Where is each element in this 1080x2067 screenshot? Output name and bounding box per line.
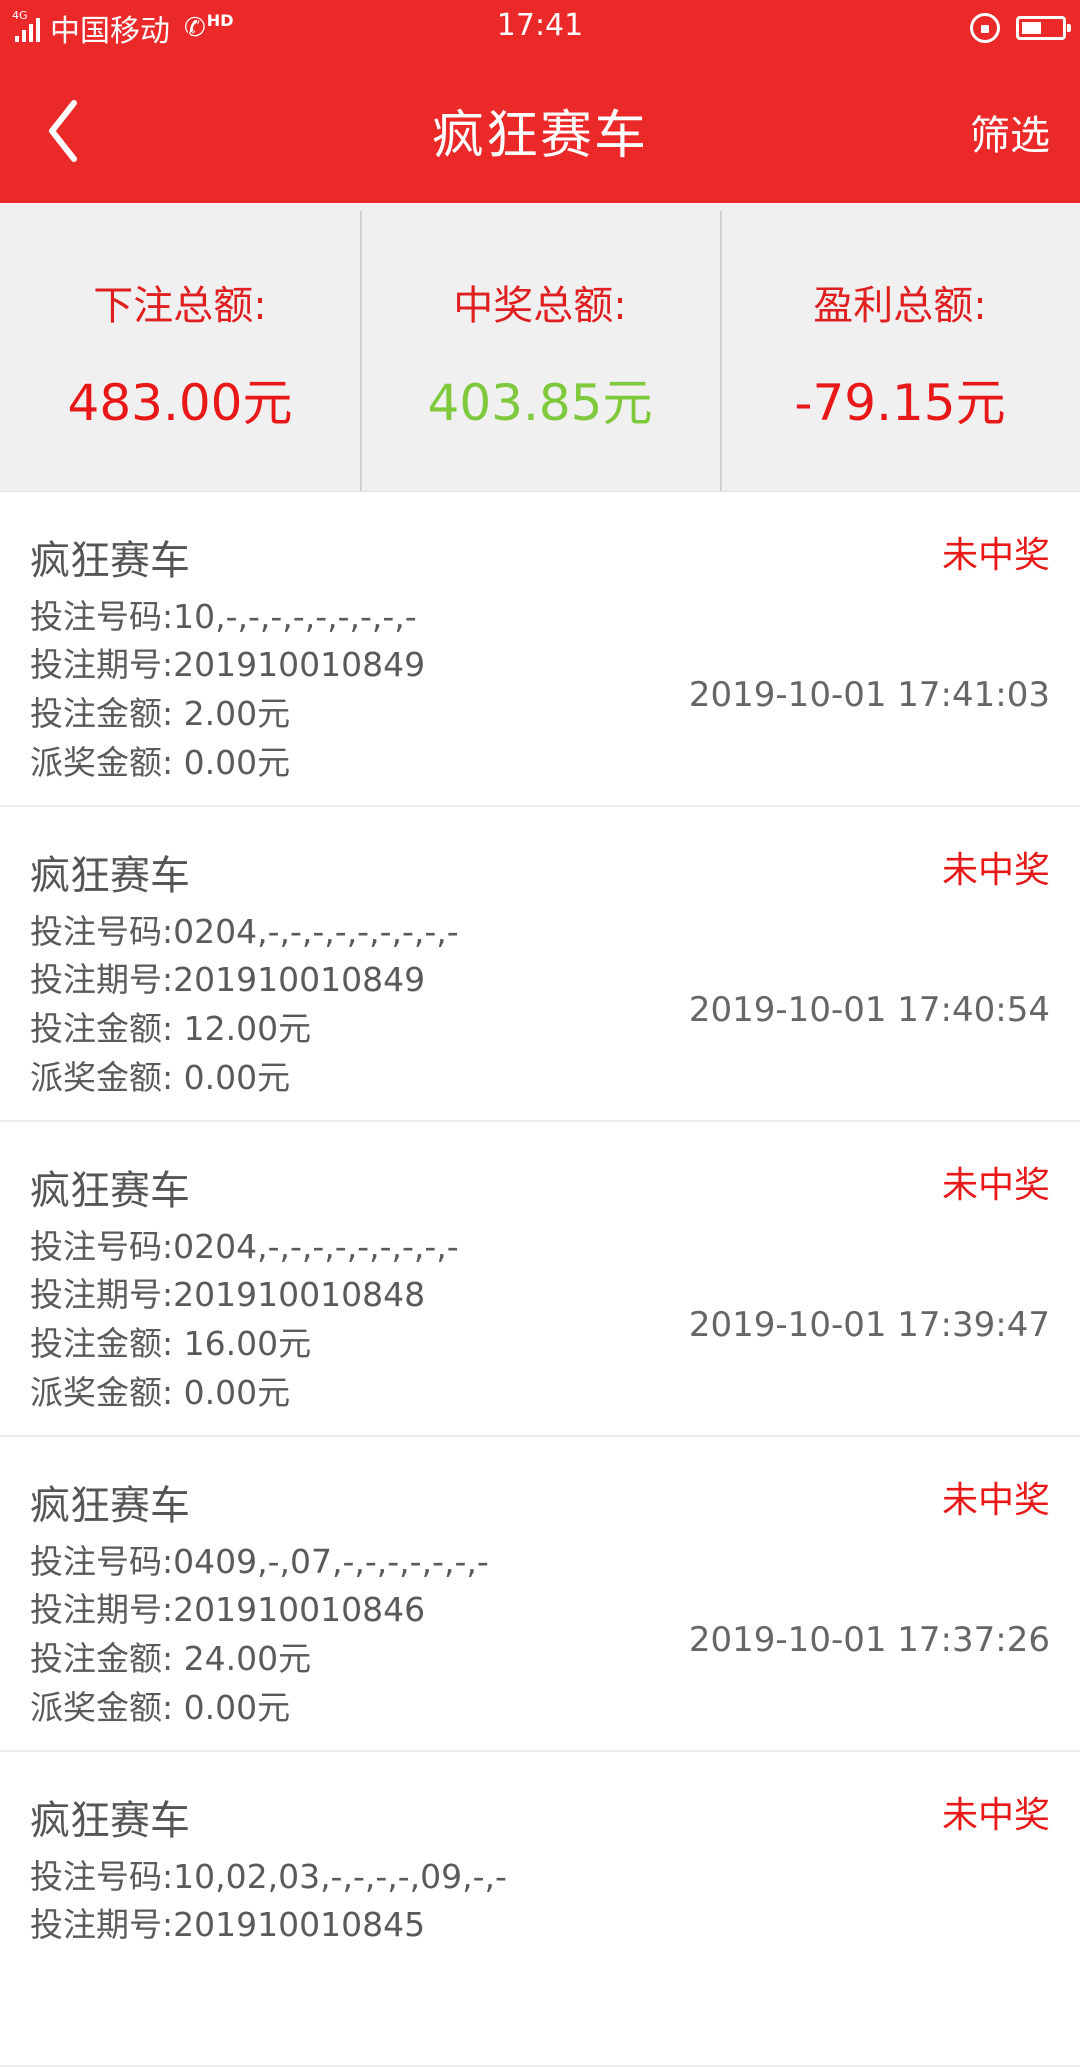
status-bar: 4G 中国移动 ✆ HD 17:41 [0,0,1080,55]
nav-bar: 疯狂赛车 筛选 [0,55,1080,203]
record-numbers: 投注号码:0409,-,07,-,-,-,-,-,-,- [30,1542,489,1581]
list-item[interactable]: 疯狂赛车 投注号码:10,-,-,-,-,-,-,-,-,- 投注期号:2019… [0,492,1080,807]
list-item[interactable]: 疯狂赛车 投注号码:0409,-,07,-,-,-,-,-,-,- 投注期号:2… [0,1437,1080,1752]
win-total-value: 403.85元 [427,374,653,432]
record-time: 2019-10-01 17:37:26 [688,1620,1050,1660]
record-numbers: 投注号码:0204,-,-,-,-,-,-,-,-,- [30,1227,459,1266]
battery-level [1022,22,1041,34]
profit-total-label: 盈利总额: [813,283,987,329]
record-game: 疯狂赛车 [30,1483,190,1529]
bet-total-cell: 下注总额: 483.00元 [0,203,360,491]
record-game: 疯狂赛车 [30,853,190,899]
list-item[interactable]: 疯狂赛车 投注号码:10,02,03,-,-,-,-,09,-,- 投注期号:2… [0,1752,1080,2067]
record-period: 投注期号:201910010849 [30,960,426,999]
record-amount: 投注金额: 16.00元 [30,1324,312,1363]
page-title: 疯狂赛车 [431,106,648,166]
record-status: 未中奖 [941,1795,1050,1836]
status-time: 17:41 [496,8,584,43]
bet-record-list: 疯狂赛车 投注号码:10,-,-,-,-,-,-,-,-,- 投注期号:2019… [0,492,1080,2067]
record-time: 2019-10-01 17:41:03 [688,675,1050,715]
filter-button[interactable]: 筛选 [970,103,1050,161]
record-period: 投注期号:201910010849 [30,645,426,684]
record-game: 疯狂赛车 [30,1168,190,1214]
record-status: 未中奖 [941,850,1050,891]
record-payout: 派奖金额: 0.00元 [30,743,291,782]
profit-total-cell: 盈利总额: -79.15元 [720,203,1080,491]
record-period: 投注期号:201910010845 [30,1905,426,1944]
rotation-lock-icon [970,13,1000,43]
list-item[interactable]: 疯狂赛车 投注号码:0204,-,-,-,-,-,-,-,-,- 投注期号:20… [0,807,1080,1122]
win-total-cell: 中奖总额: 403.85元 [360,203,720,491]
list-item[interactable]: 疯狂赛车 投注号码:0204,-,-,-,-,-,-,-,-,- 投注期号:20… [0,1122,1080,1437]
record-game: 疯狂赛车 [30,1798,190,1844]
record-amount: 投注金额: 24.00元 [30,1639,312,1678]
status-right [970,10,1071,46]
record-payout: 派奖金额: 0.00元 [30,1058,291,1097]
record-payout: 派奖金额: 0.00元 [30,1688,291,1727]
record-payout: 派奖金额: 0.00元 [30,1373,291,1412]
profit-total-value: -79.15元 [794,374,1006,432]
record-period: 投注期号:201910010848 [30,1275,426,1314]
record-period: 投注期号:201910010846 [30,1590,426,1629]
battery-icon [1016,16,1071,40]
record-game: 疯狂赛车 [30,538,190,584]
summary-panel: 下注总额: 483.00元 中奖总额: 403.85元 盈利总额: -79.15… [0,203,1080,492]
record-amount: 投注金额: 12.00元 [30,1009,312,1048]
record-status: 未中奖 [941,1480,1050,1521]
record-time: 2019-10-01 17:40:54 [688,990,1050,1030]
record-status: 未中奖 [941,535,1050,576]
record-numbers: 投注号码:10,-,-,-,-,-,-,-,-,- [30,597,417,636]
record-time: 2019-10-01 17:39:47 [688,1305,1050,1345]
bet-total-label: 下注总额: [93,283,267,329]
record-status: 未中奖 [941,1165,1050,1206]
record-numbers: 投注号码:10,02,03,-,-,-,-,09,-,- [30,1857,507,1896]
record-numbers: 投注号码:0204,-,-,-,-,-,-,-,-,- [30,912,459,951]
bet-total-value: 483.00元 [67,374,293,432]
record-amount: 投注金额: 2.00元 [30,694,291,733]
win-total-label: 中奖总额: [453,283,627,329]
